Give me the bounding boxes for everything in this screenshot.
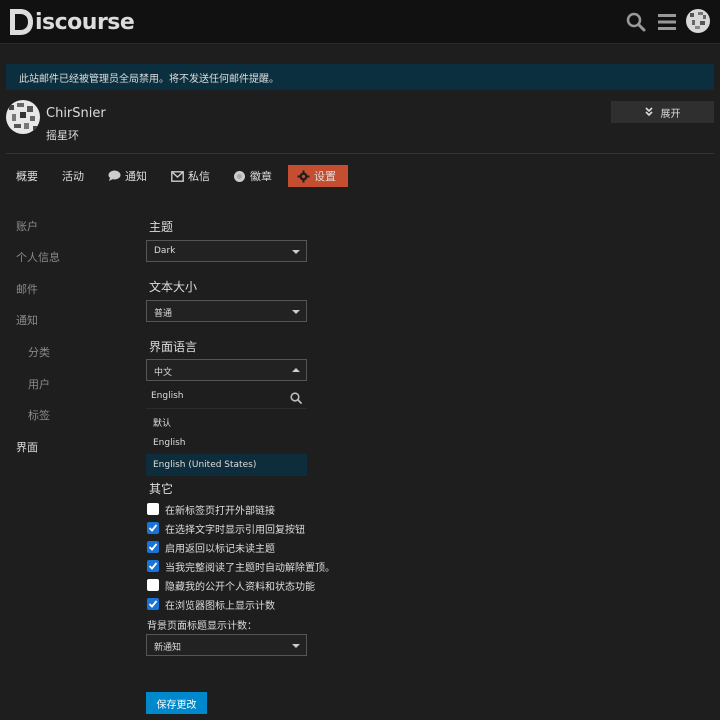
language-option-label: English [153,438,186,448]
search-icon[interactable] [624,10,648,34]
language-option-highlighted[interactable]: English (United States) [146,454,307,476]
theme-select[interactable]: Dark [146,240,307,262]
text-size-label: 文本大小 [149,280,198,294]
sidebar-item-users[interactable]: 用户 [28,376,50,392]
user-avatar[interactable] [6,100,40,134]
site-header: iscourse [0,0,720,44]
check-icon [148,543,158,551]
checkbox-row[interactable]: 在浏览器图标上显示计数 [147,597,275,612]
checkbox-label: 在新标签页打开外部链接 [165,505,275,517]
checkbox[interactable] [147,579,159,591]
language-filter-input[interactable]: English [146,383,307,409]
theme-value: Dark [154,246,176,256]
title-count-label: 背景页面标题显示计数： [147,621,257,632]
tab-label: 通知 [125,170,147,183]
hamburger-icon[interactable] [655,10,679,34]
sidebar-item-account[interactable]: 账户 [16,218,38,234]
discourse-logo-mark [10,9,33,35]
checkbox-label: 当我完整阅读了主题时自动解除置顶。 [165,562,335,574]
tab-label: 徽章 [250,170,272,183]
checkbox-row[interactable]: 在选择文字时显示引用回复按钮 [147,521,305,536]
sidebar-item-profile[interactable]: 个人信息 [16,249,60,265]
caret-down-icon [292,644,300,648]
tab-label: 概要 [16,170,38,183]
save-changes-button[interactable]: 保存更改 [146,692,207,714]
text-size-value: 普通 [154,309,173,319]
search-icon [290,389,302,408]
sidebar-item-categories[interactable]: 分类 [28,344,50,360]
checkbox-row[interactable]: 隐藏我的公开个人资料和状态功能 [147,578,315,593]
tab-preferences[interactable]: 设置 [288,165,348,187]
discourse-logo[interactable]: iscourse [5,6,135,38]
checkbox[interactable] [147,598,159,610]
gear-icon [297,170,310,182]
checkbox-row[interactable]: 启用返回以标记未读主题 [147,540,275,555]
checkbox-label: 在选择文字时显示引用回复按钮 [165,524,305,536]
checkbox-label: 启用返回以标记未读主题 [165,543,275,555]
username: ChirSnier [46,106,106,121]
tab-label: 活动 [62,170,84,183]
caret-down-icon [292,250,300,254]
expand-profile-button[interactable]: 展开 [611,101,714,123]
sidebar-item-tags[interactable]: 标签 [28,407,50,423]
checkbox[interactable] [147,522,159,534]
sidebar-item-interface[interactable]: 界面 [16,439,38,455]
sidebar-item-notifications[interactable]: 通知 [16,312,38,328]
tab-messages[interactable]: 私信 [171,165,210,187]
title-count-select[interactable]: 新通知 [146,634,307,656]
double-chevron-down-icon [644,107,653,117]
interface-language-label: 界面语言 [149,340,198,354]
tab-label: 私信 [188,170,210,183]
interface-language-select[interactable]: 中文 [146,359,307,381]
tab-notifications[interactable]: 通知 [108,165,147,187]
email-disabled-banner: 此站邮件已经被管理员全局禁用。将不发送任何邮件提醒。 [6,64,714,90]
sidebar-item-emails[interactable]: 邮件 [16,281,38,297]
checkbox-label: 在浏览器图标上显示计数 [165,600,275,612]
check-icon [148,600,158,608]
banner-text: 此站邮件已经被管理员全局禁用。将不发送任何邮件提醒。 [19,74,279,85]
tab-badges[interactable]: 徽章 [233,165,272,187]
caret-up-icon [292,368,300,372]
checkbox-row[interactable]: 当我完整阅读了主题时自动解除置顶。 [147,559,335,574]
current-user-avatar[interactable] [686,9,710,33]
other-label: 其它 [149,482,174,496]
expand-label: 展开 [660,108,681,120]
user-title: 摇星环 [46,129,79,142]
language-option[interactable]: 默认 [146,410,307,432]
language-dropdown: English 默认 English English (United State… [146,383,307,476]
language-option-label: English (United States) [153,460,257,470]
tab-summary[interactable]: 概要 [16,165,38,187]
theme-label: 主题 [149,220,174,234]
checkbox-label: 隐藏我的公开个人资料和状态功能 [165,581,315,593]
text-size-select[interactable]: 普通 [146,300,307,322]
tab-label: 设置 [314,170,336,183]
comment-icon [108,170,121,181]
badge-icon [234,170,245,182]
title-count-value: 新通知 [154,643,182,653]
language-filter-value: English [151,391,184,401]
check-icon [148,524,158,532]
envelope-icon [171,170,184,182]
check-icon [148,562,158,570]
checkbox[interactable] [147,560,159,572]
checkbox[interactable] [147,541,159,553]
language-option[interactable]: English [146,432,307,454]
divider [6,153,714,154]
interface-language-value: 中文 [154,368,173,378]
tab-activity[interactable]: 活动 [62,165,84,187]
caret-down-icon [292,310,300,314]
checkbox-row[interactable]: 在新标签页打开外部链接 [147,502,275,517]
checkbox[interactable] [147,503,159,515]
language-option-label: 默认 [153,419,172,429]
logo-text: iscourse [35,9,135,35]
